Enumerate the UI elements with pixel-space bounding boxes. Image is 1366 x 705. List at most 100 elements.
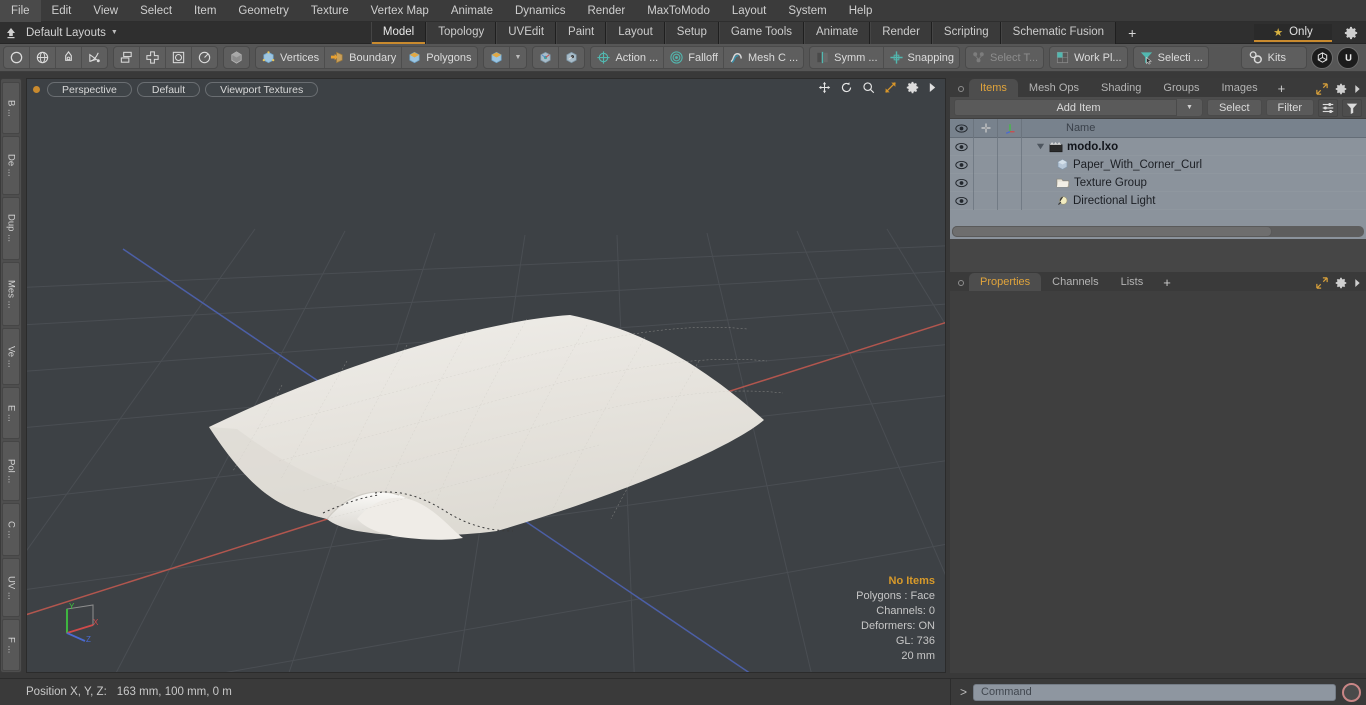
items-horizontal-scrollbar[interactable] bbox=[952, 226, 1364, 237]
pen-icon[interactable] bbox=[56, 47, 82, 68]
menu-item-render[interactable]: Render bbox=[576, 0, 636, 22]
cube-icon[interactable] bbox=[223, 46, 250, 69]
menu-item-help[interactable]: Help bbox=[838, 0, 884, 22]
mode-polygons[interactable]: Polygons bbox=[402, 47, 476, 68]
snapping-button[interactable]: Snapping bbox=[884, 47, 960, 68]
chevron-right-icon[interactable] bbox=[1354, 278, 1361, 288]
panel-tab-channels[interactable]: Channels bbox=[1041, 273, 1109, 291]
row-transform-cell[interactable] bbox=[998, 155, 1022, 174]
mode-boundary[interactable]: Boundary bbox=[325, 47, 403, 68]
only-toggle-button[interactable]: ★ Only bbox=[1254, 24, 1332, 42]
kits-button[interactable]: Kits bbox=[1240, 46, 1307, 69]
home-icon[interactable] bbox=[0, 22, 22, 44]
menu-item-system[interactable]: System bbox=[777, 0, 837, 22]
circle-icon[interactable] bbox=[4, 47, 30, 68]
tab-render[interactable]: Render bbox=[870, 21, 932, 44]
falloff-button[interactable]: Falloff bbox=[664, 47, 724, 68]
list-item-texture-group[interactable]: Texture Group bbox=[1022, 177, 1147, 189]
tab-schematic-fusion[interactable]: Schematic Fusion bbox=[1000, 21, 1117, 44]
add-item-dropdown-icon[interactable]: ▼ bbox=[1175, 99, 1202, 116]
chevron-right-icon[interactable] bbox=[1354, 84, 1361, 94]
work-plane-button[interactable]: Work Pl... bbox=[1049, 46, 1128, 69]
zoom-icon[interactable] bbox=[862, 81, 875, 94]
menu-item-texture[interactable]: Texture bbox=[300, 0, 360, 22]
symmetry-button[interactable]: Symm ... bbox=[810, 47, 884, 68]
panel-tab-images[interactable]: Images bbox=[1211, 79, 1269, 97]
duplicate-icon[interactable] bbox=[114, 47, 140, 68]
menu-item-vertex-map[interactable]: Vertex Map bbox=[360, 0, 440, 22]
row-visibility-toggle[interactable] bbox=[950, 137, 974, 156]
row-lock-cell[interactable] bbox=[974, 173, 998, 192]
rail-tab-deform[interactable]: De ... bbox=[2, 136, 20, 195]
panel-tab-lists[interactable]: Lists bbox=[1110, 273, 1155, 291]
viewport-projection-selector[interactable]: Perspective bbox=[47, 81, 132, 97]
menu-item-file[interactable]: File bbox=[0, 0, 41, 22]
tab-layout[interactable]: Layout bbox=[606, 21, 665, 44]
command-input[interactable]: Command bbox=[973, 683, 1336, 701]
action-center-pivot-icon[interactable] bbox=[559, 47, 584, 68]
perspective-viewport[interactable]: Perspective Default Viewport Textures No… bbox=[26, 78, 946, 673]
rail-tab-mesh[interactable]: Mes ... bbox=[2, 261, 20, 326]
rail-tab-duplicate[interactable]: Dup ... bbox=[2, 196, 20, 260]
expand-icon[interactable] bbox=[1316, 277, 1328, 289]
center-pivot-icon[interactable] bbox=[533, 47, 560, 68]
pan-icon[interactable] bbox=[818, 81, 831, 94]
rail-tab-edge[interactable]: E ... bbox=[2, 387, 20, 440]
row-visibility-toggle[interactable] bbox=[950, 191, 974, 210]
panel-tab-shading[interactable]: Shading bbox=[1090, 79, 1152, 97]
expand-icon[interactable] bbox=[1316, 83, 1328, 95]
gear-icon[interactable] bbox=[1335, 83, 1347, 95]
selection-set-button[interactable]: Selecti ... bbox=[1132, 46, 1209, 69]
select-button[interactable]: Select bbox=[1206, 99, 1262, 116]
row-lock-cell[interactable] bbox=[974, 155, 998, 174]
menu-item-geometry[interactable]: Geometry bbox=[227, 0, 300, 22]
panel-tab-properties[interactable]: Properties bbox=[969, 273, 1042, 291]
gear-icon[interactable] bbox=[1342, 25, 1360, 41]
modo-ball-icon[interactable] bbox=[1311, 46, 1333, 69]
record-icon[interactable] bbox=[1342, 682, 1361, 702]
curve-icon[interactable] bbox=[82, 47, 107, 68]
select-through-button[interactable]: Select T... bbox=[965, 46, 1045, 69]
menu-item-maxtomodo[interactable]: MaxToModo bbox=[636, 0, 721, 22]
properties-add-tab-button[interactable]: + bbox=[1154, 274, 1180, 291]
panel-tab-mesh-ops[interactable]: Mesh Ops bbox=[1018, 79, 1090, 97]
menu-item-edit[interactable]: Edit bbox=[41, 0, 83, 22]
rail-tab-basic[interactable]: B ... bbox=[2, 82, 20, 135]
table-row[interactable]: modo.lxo bbox=[950, 137, 1366, 156]
add-item-button[interactable]: Add Item ▼ bbox=[954, 99, 1203, 116]
row-visibility-toggle[interactable] bbox=[950, 173, 974, 192]
filter-button[interactable]: Filter bbox=[1265, 99, 1314, 116]
list-item-scene[interactable]: modo.lxo bbox=[1022, 141, 1118, 153]
action-center-button[interactable]: Action ... bbox=[591, 47, 665, 68]
tab-uvedit[interactable]: UVEdit bbox=[496, 21, 557, 44]
layout-selector[interactable]: Default Layouts ▼ bbox=[22, 22, 126, 44]
rail-tab-curve[interactable]: C ... bbox=[2, 503, 20, 557]
list-options-icon[interactable] bbox=[1318, 98, 1338, 117]
funnel-icon[interactable] bbox=[1342, 98, 1362, 117]
tab-model[interactable]: Model bbox=[370, 21, 427, 44]
globe-icon[interactable] bbox=[30, 47, 56, 68]
rail-tab-uv[interactable]: UV ... bbox=[2, 558, 20, 618]
tab-paint[interactable]: Paint bbox=[556, 21, 607, 44]
menu-item-view[interactable]: View bbox=[82, 0, 129, 22]
panel-add-tab-button[interactable]: + bbox=[1269, 80, 1295, 97]
menu-item-dynamics[interactable]: Dynamics bbox=[504, 0, 576, 22]
table-row[interactable]: Texture Group bbox=[950, 173, 1366, 192]
rotate-icon[interactable] bbox=[840, 81, 853, 94]
items-list[interactable]: Name modo.lxo Paper_With_Corner_Curl Tex… bbox=[950, 118, 1366, 239]
tab-setup[interactable]: Setup bbox=[664, 21, 719, 44]
panel-tab-items[interactable]: Items bbox=[969, 79, 1018, 97]
rail-tab-fusion[interactable]: F ... bbox=[2, 619, 20, 672]
mesh-constraint-button[interactable]: Mesh C ... bbox=[724, 47, 803, 68]
rail-tab-polygon[interactable]: Pol ... bbox=[2, 441, 20, 502]
menu-item-layout[interactable]: Layout bbox=[721, 0, 778, 22]
radial-icon[interactable] bbox=[192, 47, 217, 68]
table-row[interactable]: Paper_With_Corner_Curl bbox=[950, 155, 1366, 174]
play-arrow-icon[interactable] bbox=[928, 82, 937, 93]
list-item-directional-light[interactable]: Directional Light bbox=[1022, 194, 1155, 207]
row-transform-cell[interactable] bbox=[998, 173, 1022, 192]
row-lock-cell[interactable] bbox=[974, 137, 998, 156]
item-mode-dropdown[interactable]: ▼ bbox=[510, 47, 527, 68]
tab-animate[interactable]: Animate bbox=[804, 21, 871, 44]
row-transform-cell[interactable] bbox=[998, 191, 1022, 210]
